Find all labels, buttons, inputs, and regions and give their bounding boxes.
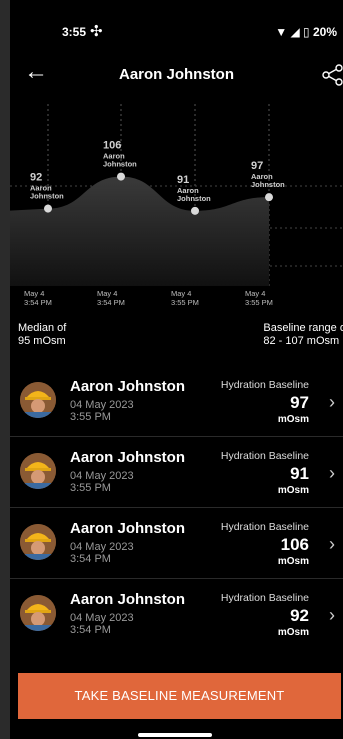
metric-unit: mOsm [277,485,309,496]
share-icon[interactable] [321,64,343,91]
metric-value: 92 [290,606,309,625]
x-tick-label: 3:54 PM [24,298,52,307]
chevron-right-icon: › [329,392,335,412]
data-value-label: 92 [30,172,42,184]
data-point-name: Johnston [103,160,137,169]
list-item[interactable]: Aaron Johnston 04 May 2023 3:54 PM Hydra… [10,579,343,649]
avatar [20,453,56,489]
entry-time-text: 3:54 PM [70,624,111,636]
data-value-label: 97 [251,160,263,172]
entry-date: 04 May 2023 3:55 PM [70,399,134,423]
data-point [117,172,125,181]
entry-name: Aaron Johnston [70,591,185,608]
metric-label: Hydration Baseline [220,592,309,604]
list-item[interactable]: Aaron Johnston 04 May 2023 3:54 PM Hydra… [10,508,343,579]
entry-date-text: 04 May 2023 [70,470,134,482]
entry-name: Aaron Johnston [70,378,185,395]
data-value-label: 106 [103,140,121,152]
status-right: ▼ ◢ ▯ 20% [275,25,337,39]
chevron-right-icon: › [329,463,335,483]
entry-time-text: 3:55 PM [70,482,111,494]
battery-percent: 20% [312,25,337,39]
metric-label: Hydration Baseline [220,450,309,462]
entry-date-text: 04 May 2023 [70,399,134,411]
data-value-label: 91 [177,174,189,186]
metric-value: 97 [290,393,309,412]
list-item[interactable]: Aaron Johnston 04 May 2023 3:55 PM Hydra… [10,366,343,437]
status-time: 3:55 [62,25,87,39]
entry-date: 04 May 2023 3:54 PM [70,612,134,636]
data-point-name: Johnston [251,180,285,189]
metric-unit: mOsm [277,627,309,638]
page-title: Aaron Johnston [119,66,234,83]
list-item[interactable]: Aaron Johnston 04 May 2023 3:55 PM Hydra… [10,437,343,508]
avatar [20,382,56,418]
median-summary: Median of 95 mOsm [18,322,66,348]
wifi-icon: ▼ [275,25,288,39]
signal-icon: ◢ [290,25,300,39]
data-point-name: Johnston [177,194,211,203]
x-tick-label: May 4 [171,289,191,298]
metric-value: 106 [280,535,309,554]
hydration-chart: 92 Aaron Johnston 106 Aaron Johnston 91 Aaron Jo… [10,96,343,316]
entry-name: Aaron Johnston [70,520,185,537]
x-tick-label: May 4 [24,289,44,298]
x-tick-label: May 4 [245,289,265,298]
metric-unit: mOsm [277,414,309,425]
chevron-right-icon: › [329,534,335,554]
metric-label: Hydration Baseline [220,521,309,533]
avatar [20,595,56,631]
device-bezel [0,0,10,739]
app-bar: ← Aaron Johnston [10,56,343,96]
avatar [20,524,56,560]
measurement-list: Aaron Johnston 04 May 2023 3:55 PM Hydra… [10,366,343,649]
metric-unit: mOsm [277,556,309,567]
x-tick-label: 3:55 PM [245,298,273,307]
entry-date-text: 04 May 2023 [70,612,134,624]
home-indicator [138,733,212,737]
entry-date: 04 May 2023 3:55 PM [70,470,134,494]
data-point [191,206,199,215]
entry-name: Aaron Johnston [70,449,185,466]
baseline-range-text: Baseline range of 82 - 107 mOsm [263,322,343,347]
entry-date-text: 04 May 2023 [70,541,134,553]
metric-label: Hydration Baseline [220,379,309,391]
data-point [44,204,52,213]
take-baseline-measurement-button[interactable]: TAKE BASELINE MEASUREMENT [18,673,341,719]
status-bar: 3:55 ✣ ▼ ◢ ▯ 20% [10,0,343,56]
battery-icon: ▯ [303,25,310,39]
entry-time-text: 3:54 PM [70,553,111,565]
x-tick-label: 3:54 PM [97,298,125,307]
chart-svg: 92AaronJohnston106AaronJohnston91AaronJo… [10,104,343,307]
chevron-right-icon: › [329,605,335,625]
x-tick-label: 3:55 PM [171,298,199,307]
baseline-range-summary: Baseline range of 82 - 107 mOsm [263,322,343,348]
metric-value: 91 [290,464,309,483]
app-screen: 3:55 ✣ ▼ ◢ ▯ 20% ← Aaron Johnston 92 Aaro… [10,0,343,739]
data-point [265,193,273,202]
data-point-name: Johnston [30,192,64,201]
median-text: Median of 95 mOsm [18,322,67,347]
x-tick-label: May 4 [97,289,117,298]
fan-icon: ✣ [90,23,103,40]
entry-time-text: 3:55 PM [70,411,111,423]
entry-date: 04 May 2023 3:54 PM [70,541,134,565]
